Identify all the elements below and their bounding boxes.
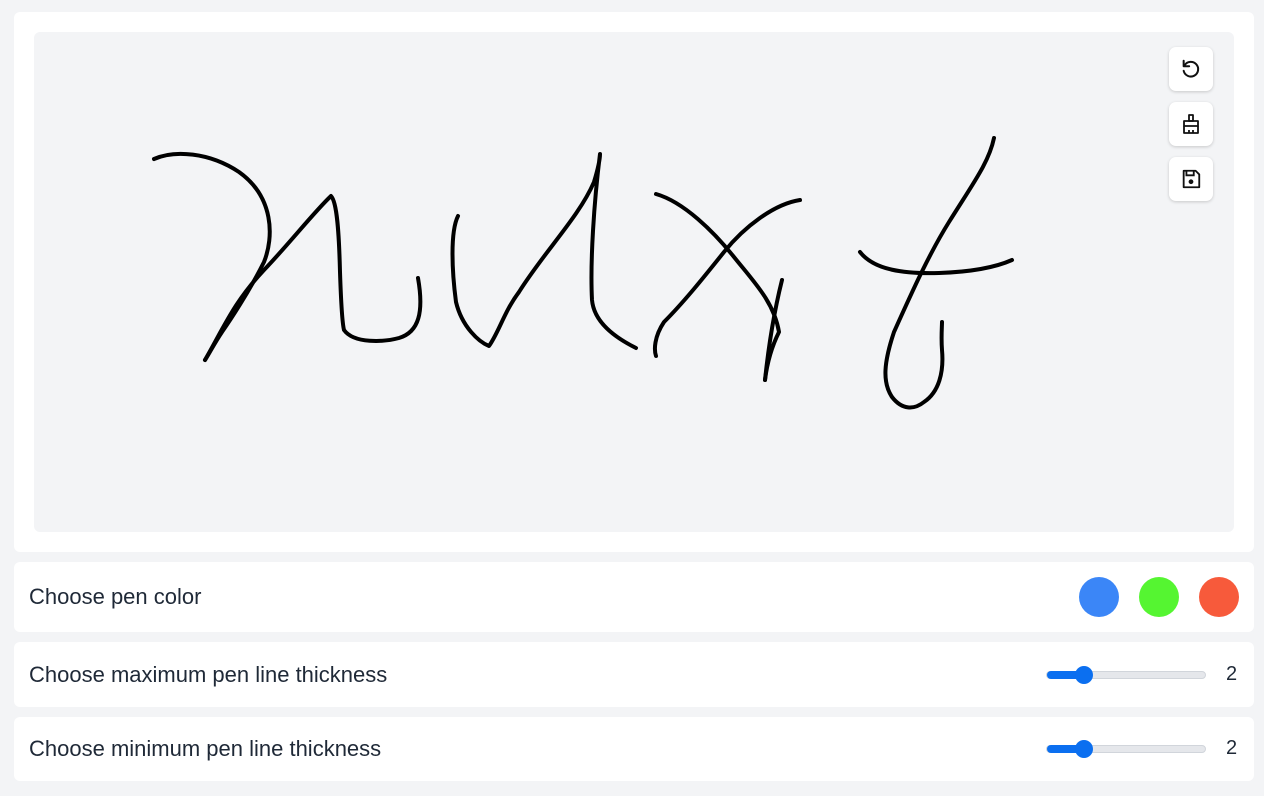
stroke [152,151,272,362]
eraser-icon [1183,114,1199,134]
undo-icon [1182,59,1200,78]
signature-pad-card [14,12,1254,552]
min-thickness-value: 2 [1226,737,1238,759]
max-thickness-label: Choose maximum pen line thickness [29,661,388,687]
signature-canvas[interactable] [34,32,1234,532]
max-thickness-row: Choose maximum pen line thickness 2 [14,642,1254,707]
slider-thumb[interactable] [1075,740,1093,758]
color-swatch-red[interactable] [1199,577,1239,617]
stroke [858,250,1014,276]
clear-button[interactable] [1169,102,1213,146]
stroke [203,194,423,362]
min-thickness-slider[interactable] [1046,740,1206,758]
undo-button[interactable] [1169,47,1213,91]
pen-color-row: Choose pen color [14,562,1254,632]
stroke [654,192,781,382]
color-swatch-blue[interactable] [1079,577,1119,617]
slider-thumb[interactable] [1075,665,1093,684]
min-thickness-label: Choose minimum pen line thickness [29,736,382,761]
floppy-disk-icon [1182,169,1201,189]
save-button[interactable] [1169,157,1213,201]
pen-color-label: Choose pen color [29,584,202,609]
max-thickness-value: 2 [1226,662,1238,685]
signature-strokes [152,136,1014,410]
min-thickness-row: Choose minimum pen line thickness 2 [14,717,1254,781]
max-thickness-slider[interactable] [1046,665,1206,684]
stroke [450,152,638,350]
color-swatch-green[interactable] [1139,577,1179,617]
